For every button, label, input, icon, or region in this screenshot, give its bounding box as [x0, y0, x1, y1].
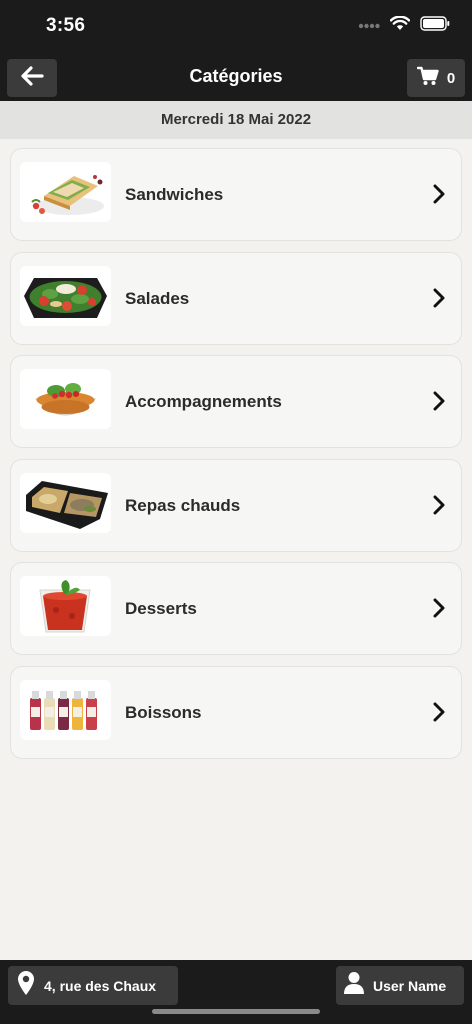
category-item-salades[interactable]: Salades: [10, 251, 462, 345]
category-label: Desserts: [125, 599, 197, 618]
category-label: Repas chauds: [125, 495, 241, 515]
location-label: 4, rue des Chaux: [44, 977, 157, 994]
hot-meal-image: [20, 472, 111, 533]
wifi-icon: [389, 15, 411, 36]
category-label: Salades: [125, 288, 190, 308]
chevron-right-icon: [433, 495, 445, 520]
chevron-right-icon: [433, 598, 445, 623]
category-item-repas-chauds[interactable]: Repas chauds: [10, 458, 462, 552]
page-title: Catégories: [189, 66, 283, 86]
cart-icon: [416, 66, 439, 91]
drinks-image: [20, 679, 111, 740]
sandwich-image: [20, 162, 111, 222]
status-time: 3:56: [46, 15, 86, 36]
category-label: Boissons: [125, 702, 202, 722]
chevron-right-icon: [433, 391, 445, 416]
category-item-sandwiches[interactable]: Sandwiches: [10, 148, 462, 241]
dessert-image: [20, 576, 111, 636]
category-item-accompagnements[interactable]: Accompagnements: [10, 355, 462, 448]
user-button[interactable]: User Name: [336, 966, 464, 1005]
date-banner: Mercredi 18 Mai 2022: [0, 101, 472, 139]
navigation-bar: Catégories 0: [0, 54, 472, 101]
category-label: Sandwiches: [125, 185, 224, 204]
category-label: Accompagnements: [125, 392, 282, 411]
location-pin-icon: [17, 970, 35, 1001]
cart-button[interactable]: 0: [407, 59, 465, 97]
location-button[interactable]: 4, rue des Chaux: [8, 966, 178, 1005]
category-item-desserts[interactable]: Desserts: [10, 562, 462, 655]
chevron-right-icon: [433, 184, 445, 209]
chevron-right-icon: [433, 288, 445, 313]
side-dish-image: [20, 369, 111, 429]
category-list: Sandwiches Salades Accompagnements Repas…: [10, 148, 462, 769]
cart-count: 0: [446, 69, 456, 87]
home-indicator: [152, 1009, 320, 1014]
category-item-boissons[interactable]: Boissons: [10, 665, 462, 759]
status-bar: 3:56: [0, 0, 472, 54]
signal-icon: [358, 17, 380, 35]
bottom-bar: 4, rue des Chaux User Name: [0, 960, 472, 1024]
battery-icon: [420, 16, 450, 36]
chevron-right-icon: [433, 702, 445, 727]
user-name-label: User Name: [373, 977, 447, 994]
salad-image: [20, 265, 111, 326]
user-icon: [344, 971, 364, 1000]
status-icons: [358, 15, 450, 36]
